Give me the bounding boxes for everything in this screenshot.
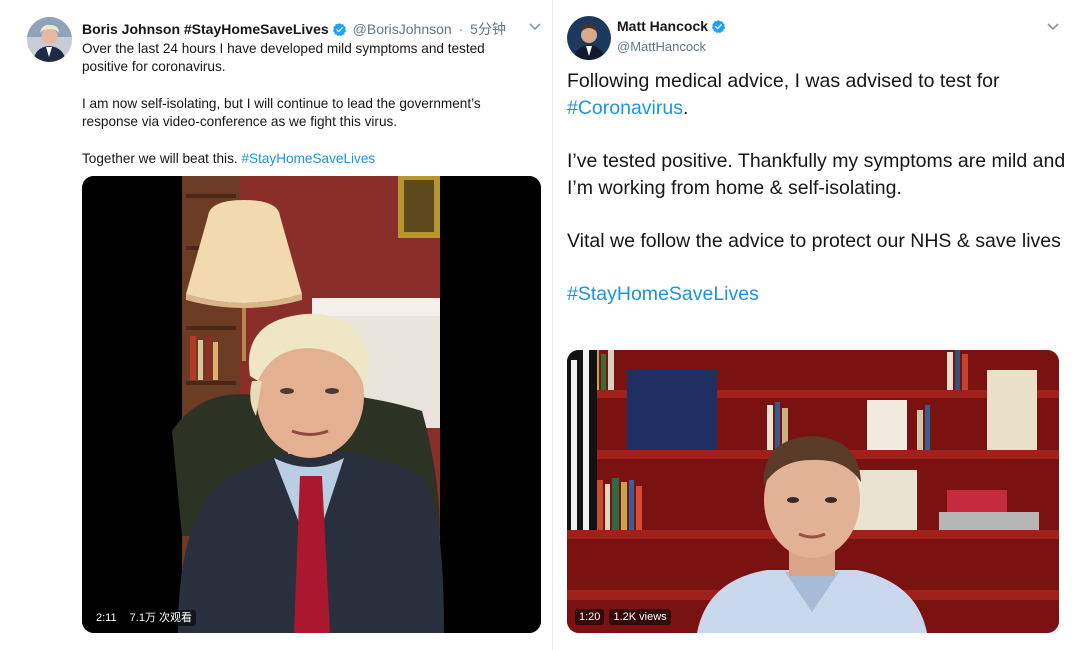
author-name[interactable]: Boris Johnson #StayHomeSaveLives [82,21,329,37]
video-frame-boris [82,176,541,633]
tweet-header: Matt Hancock [617,18,726,37]
separator-dot: · [458,21,464,37]
chevron-down-icon[interactable] [1046,22,1060,32]
tweet-text: Over the last 24 hours I have developed … [82,40,527,187]
avatar[interactable] [27,17,72,62]
hashtag-link[interactable]: #StayHomeSaveLives [241,151,375,166]
video-frame-hancock [567,350,1059,633]
video-stats: 1:20 1.2K views [575,609,673,625]
tweet-timestamp[interactable]: 5分钟 [470,21,506,37]
tweet-paragraph-3-text: Together we will beat this. [82,151,238,166]
video-views: 1.2K views [609,609,671,625]
hashtag-link[interactable]: #Coronavirus [567,97,683,119]
author-handle[interactable]: @BorisJohnson [353,21,452,37]
video-duration: 1:20 [575,609,605,625]
video-stats: 2:11 7.1万 次观看 [92,609,198,626]
tweet-paragraph-1-end: . [682,97,689,119]
tweet-paragraph-2: I’ve tested positive. Thankfully my symp… [567,150,1066,199]
video-player[interactable]: 2:11 7.1万 次观看 [82,176,541,633]
tweet-paragraph-1-text: Following medical advice, I was advised … [567,70,1000,92]
tweet-boris-johnson[interactable]: Boris Johnson #StayHomeSaveLives @BorisJo… [0,0,551,650]
tweet-paragraph-3: Vital we follow the advice to protect ou… [567,230,1061,252]
tweet-paragraph-3: Together we will beat this. #StayHomeSav… [82,150,527,168]
video-views: 7.1万 次观看 [125,610,197,626]
verified-badge-icon [711,19,726,37]
video-player[interactable]: 1:20 1.2K views [567,350,1059,633]
tweet-paragraph-1: Following medical advice, I was advised … [567,68,1067,122]
chevron-down-icon[interactable] [528,22,542,32]
tweet-text: Following medical advice, I was advised … [567,68,1067,334]
tweet-header: Boris Johnson #StayHomeSaveLives @BorisJo… [82,19,506,40]
video-duration: 2:11 [92,610,121,626]
author-handle[interactable]: @MattHancock [617,39,706,54]
hashtag-link[interactable]: #StayHomeSaveLives [567,281,1067,308]
tweet-matt-hancock[interactable]: Matt Hancock @MattHancock Following medi… [552,0,1080,650]
tweet-paragraph-1: Over the last 24 hours I have developed … [82,41,485,74]
avatar[interactable] [567,16,611,60]
tweet-paragraph-2: I am now self-isolating, but I will cont… [82,96,481,129]
verified-badge-icon [332,22,347,40]
author-name[interactable]: Matt Hancock [617,18,708,34]
